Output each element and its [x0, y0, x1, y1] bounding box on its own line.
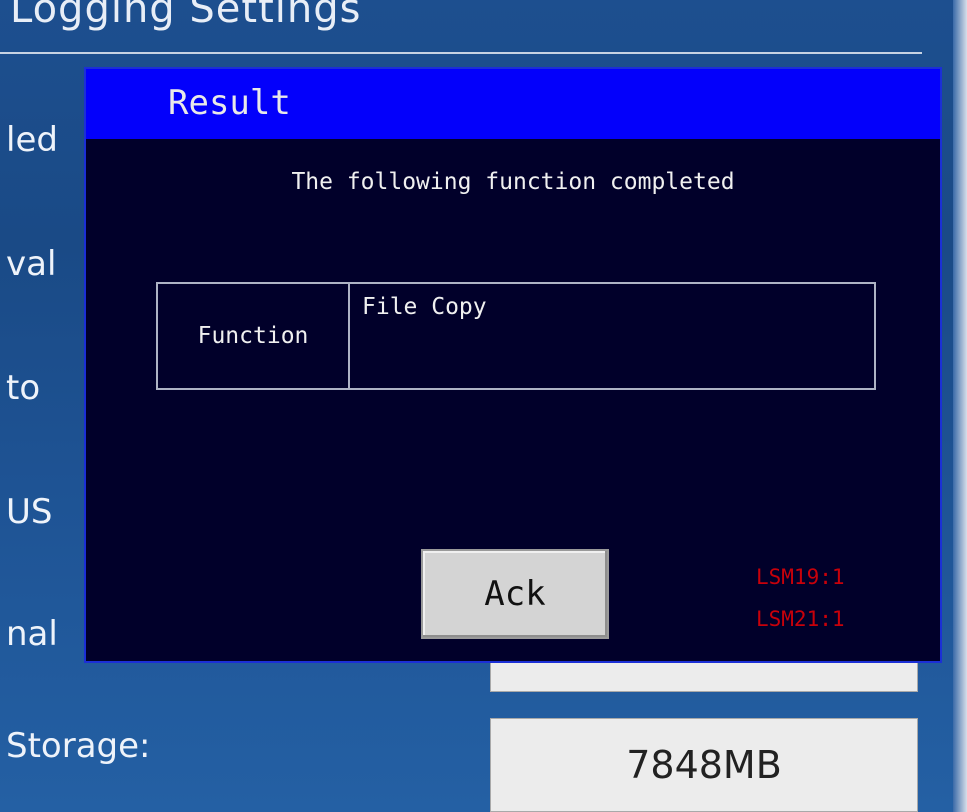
result-dialog: Result The following function completed … [84, 67, 942, 663]
window-edge [953, 0, 967, 812]
storage-value: 7848MB [626, 743, 782, 787]
status-lsm21: LSM21:1 [756, 607, 845, 631]
setting-label-usb: US [6, 492, 53, 532]
setting-label-storage: Storage: [6, 726, 151, 766]
function-key-cell: Function [158, 284, 350, 388]
setting-label-interval: val [6, 244, 57, 284]
function-key-label: Function [197, 323, 309, 349]
storage-value-box: 7848MB [490, 718, 918, 812]
setting-label-to: to [6, 368, 41, 408]
dialog-message: The following function completed [291, 169, 735, 195]
dialog-header: Result [86, 69, 940, 139]
page-title: Logging Settings [10, 0, 362, 32]
setting-label-enabled: led [6, 120, 58, 160]
function-table: Function File Copy [156, 282, 876, 390]
ack-button-label: Ack [484, 574, 546, 614]
ack-button[interactable]: Ack [421, 549, 609, 639]
setting-label-internal: nal [6, 614, 58, 654]
title-divider [0, 52, 922, 54]
status-lsm19: LSM19:1 [756, 565, 845, 589]
dialog-title: Result [168, 83, 291, 123]
function-value: File Copy [362, 294, 487, 320]
